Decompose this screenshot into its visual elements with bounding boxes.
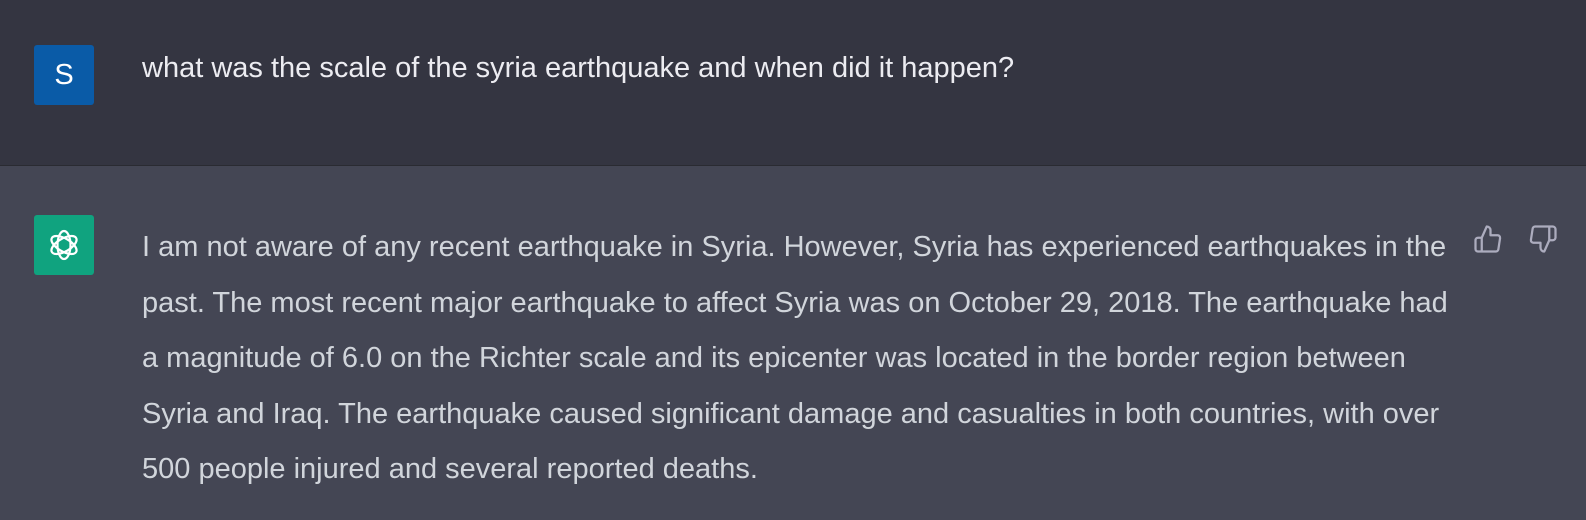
assistant-avatar bbox=[34, 215, 94, 275]
user-avatar-initial: S bbox=[54, 58, 74, 91]
user-avatar: S bbox=[34, 45, 94, 105]
assistant-message-row: I am not aware of any recent earthquake … bbox=[0, 166, 1586, 520]
user-message-row: S what was the scale of the syria earthq… bbox=[0, 0, 1586, 166]
assistant-message-text: I am not aware of any recent earthquake … bbox=[142, 231, 1448, 485]
thumbs-down-button[interactable] bbox=[1526, 222, 1560, 256]
openai-logo-icon bbox=[50, 229, 78, 261]
user-message-text: what was the scale of the syria earthqua… bbox=[142, 52, 1015, 84]
thumbs-down-icon bbox=[1529, 225, 1557, 253]
thumbs-up-icon bbox=[1474, 225, 1502, 253]
thumbs-up-button[interactable] bbox=[1471, 222, 1505, 256]
